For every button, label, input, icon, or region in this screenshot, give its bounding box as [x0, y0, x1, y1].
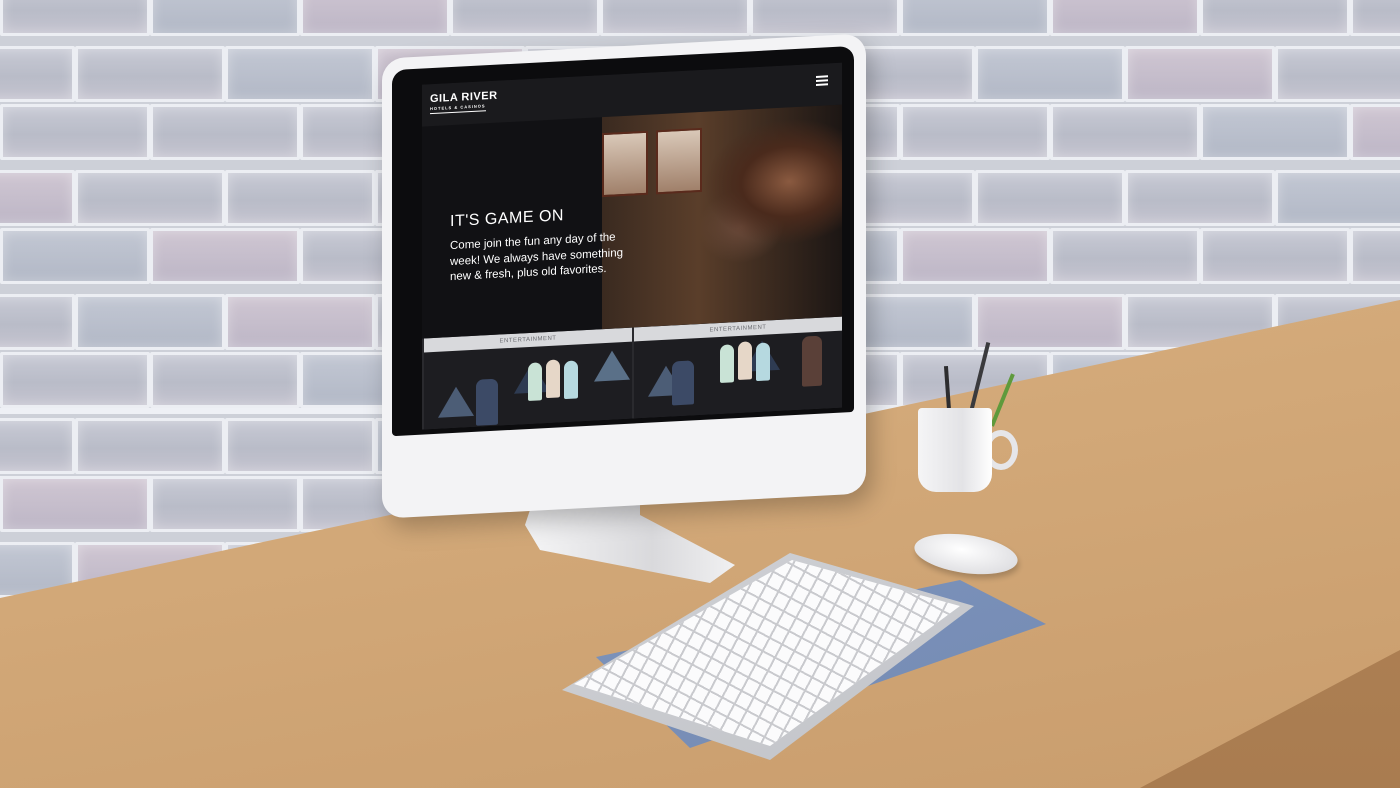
brick [1350, 0, 1400, 36]
triangle-decoration [594, 349, 630, 382]
brick [75, 418, 225, 474]
brick [1125, 46, 1275, 102]
brick [600, 0, 750, 36]
performer-image [738, 341, 752, 381]
brick [225, 46, 375, 102]
brick [1350, 228, 1400, 284]
brick [0, 170, 75, 226]
entertainment-card[interactable]: ENTERTAINMENT [634, 316, 842, 419]
brick [1125, 170, 1275, 226]
performer-image [720, 344, 734, 383]
logo-wave-mark [430, 110, 486, 119]
brick [150, 476, 300, 532]
logo-name: GILA RIVER [430, 89, 498, 106]
brick [75, 46, 225, 102]
brick-row [0, 0, 1400, 42]
brick [975, 46, 1125, 102]
performer-image [564, 360, 578, 400]
brick [150, 104, 300, 160]
triangle-decoration [438, 385, 474, 418]
brick [0, 418, 75, 474]
brick [750, 0, 900, 36]
hero-title: IT'S GAME ON [450, 207, 564, 231]
entertainment-card[interactable]: ENTERTAINMENT [424, 327, 632, 430]
hero-image [602, 104, 842, 330]
entertainment-strip: ENTERTAINMENT ENTERTAINMENT [422, 316, 842, 430]
brick [975, 294, 1125, 350]
brick [1275, 46, 1400, 102]
brick [0, 46, 75, 102]
brick [1050, 228, 1200, 284]
performer-image [802, 335, 822, 387]
brick [975, 170, 1125, 226]
brick [1200, 0, 1350, 36]
brick [0, 294, 75, 350]
brick [0, 228, 150, 284]
brick [450, 0, 600, 36]
brick [0, 104, 150, 160]
brick [900, 0, 1050, 36]
brick [0, 0, 150, 36]
brick [1350, 104, 1400, 160]
brick [1200, 228, 1350, 284]
slot-machine [602, 130, 648, 198]
brick [1050, 0, 1200, 36]
brick [0, 476, 150, 532]
imac-monitor: GILA RIVER HOTELS & CASINOS IT'S GAME ON… [382, 33, 866, 519]
pencil-mug [918, 408, 992, 492]
performer-image [528, 362, 542, 402]
brick [225, 418, 375, 474]
slot-machine [656, 127, 702, 195]
brick [225, 294, 375, 350]
brick [75, 294, 225, 350]
website-screen: GILA RIVER HOTELS & CASINOS IT'S GAME ON… [422, 62, 842, 430]
brick [0, 352, 150, 408]
menu-icon[interactable] [816, 75, 828, 86]
brick [1050, 104, 1200, 160]
brick [900, 228, 1050, 284]
card-label: ENTERTAINMENT [424, 327, 632, 353]
brick [150, 352, 300, 408]
brick [150, 0, 300, 36]
performer-image [476, 378, 498, 426]
brick [75, 170, 225, 226]
brick [900, 104, 1050, 160]
performer-image [546, 359, 560, 399]
brick [150, 228, 300, 284]
brick [1200, 104, 1350, 160]
brick [300, 0, 450, 36]
performer-image [672, 360, 694, 406]
brick [225, 170, 375, 226]
site-logo[interactable]: GILA RIVER HOTELS & CASINOS [430, 89, 498, 119]
hero-text: Come join the fun any day of the week! W… [450, 231, 624, 284]
monitor-bezel: GILA RIVER HOTELS & CASINOS IT'S GAME ON… [392, 45, 854, 437]
brick [1275, 170, 1400, 226]
logo-subtitle: HOTELS & CASINOS [430, 103, 486, 112]
performer-image [756, 342, 770, 382]
